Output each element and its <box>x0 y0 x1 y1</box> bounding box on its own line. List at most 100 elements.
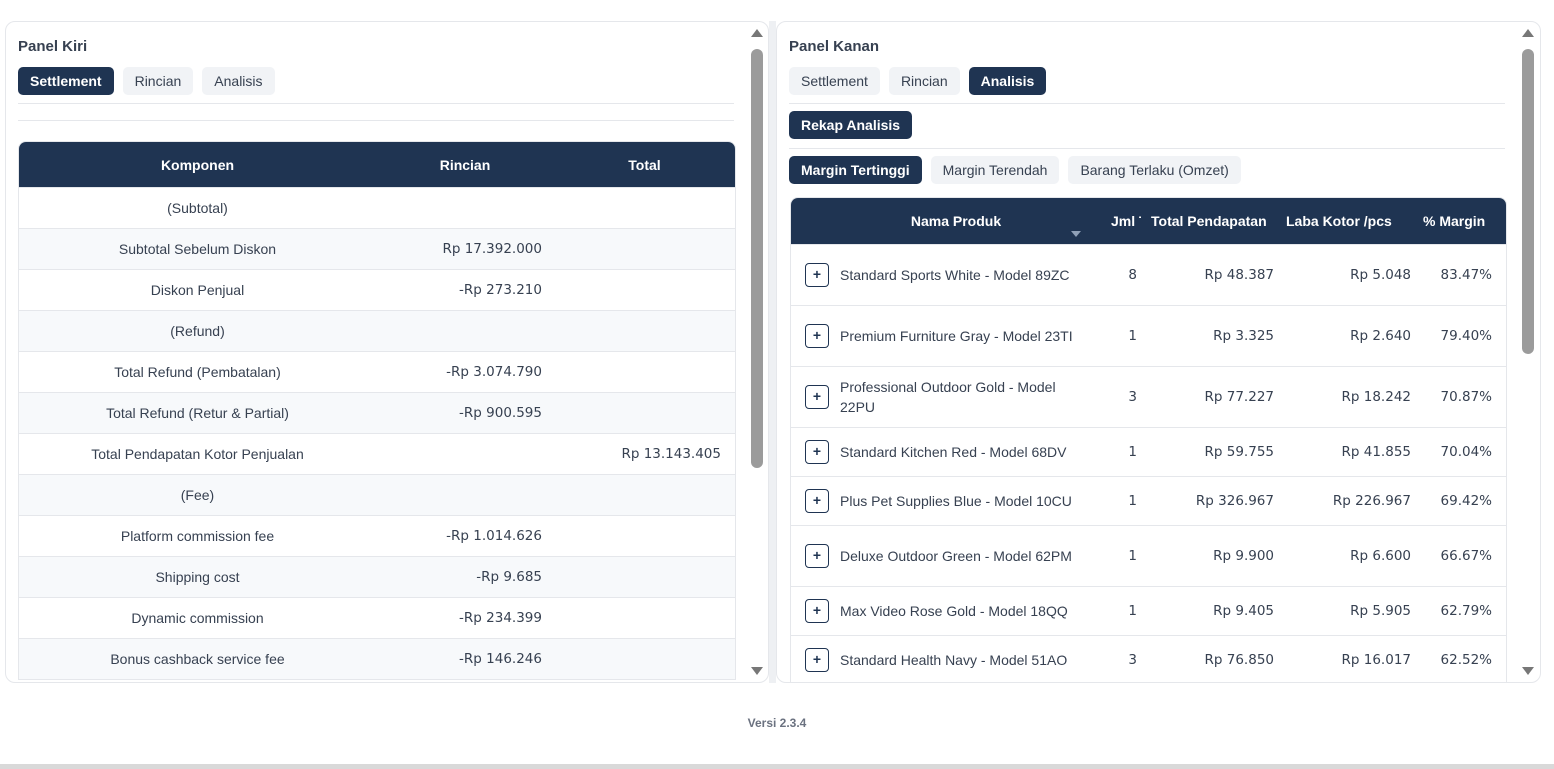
version-label: Versi 2.3.4 <box>747 716 807 730</box>
table-row: Platform commission fee -Rp 1.014.626 <box>19 515 735 556</box>
cell-product: + Standard Health Navy - Model 51AO <box>791 648 1091 672</box>
cell-komponen: Total Pendapatan Kotor Penjualan <box>91 446 304 462</box>
cell-komponen: Total Refund (Retur & Partial) <box>106 405 289 421</box>
cell-margin: 66.67% <box>1440 548 1492 564</box>
cell-product: + Max Video Rose Gold - Model 18QQ <box>791 599 1091 623</box>
right-tabs: Settlement Rincian Analisis <box>789 67 1047 95</box>
cell-margin: 62.52% <box>1440 652 1492 668</box>
left-scrollbar[interactable] <box>749 22 765 682</box>
cell-revenue: Rp 9.900 <box>1213 548 1274 564</box>
scroll-down-arrow-icon[interactable] <box>1522 667 1534 675</box>
tab-rincian[interactable]: Rincian <box>122 67 194 95</box>
tab-analisis[interactable]: Analisis <box>968 67 1047 95</box>
right-panel: Panel Kanan Settlement Rincian Analisis … <box>776 21 1541 683</box>
tab-settlement[interactable]: Settlement <box>789 67 880 95</box>
tab-analisis[interactable]: Analisis <box>202 67 275 95</box>
cell-komponen: (Refund) <box>170 323 225 339</box>
expand-plus-icon[interactable]: + <box>805 324 829 348</box>
header-total[interactable]: Total <box>554 157 735 173</box>
table-body: (Subtotal) Subtotal Sebelum Diskon Rp 17… <box>19 187 735 679</box>
header-laba-kotor[interactable]: Laba Kotor /pcs <box>1276 213 1411 229</box>
scroll-up-arrow-icon[interactable] <box>1522 29 1534 37</box>
cell-rincian: -Rp 9.685 <box>476 569 542 585</box>
table-row: Total Refund (Retur & Partial) -Rp 900.5… <box>19 392 735 433</box>
divider <box>18 103 734 104</box>
header-margin[interactable]: % Margin <box>1411 213 1506 229</box>
scroll-up-arrow-icon[interactable] <box>751 29 763 37</box>
cell-rincian: -Rp 1.014.626 <box>446 528 542 544</box>
scroll-thumb[interactable] <box>1522 49 1534 354</box>
cell-qty: 1 <box>1128 444 1137 460</box>
header-rincian[interactable]: Rincian <box>376 157 554 173</box>
table-row: (Refund) <box>19 310 735 351</box>
cell-rincian: -Rp 273.210 <box>459 282 542 298</box>
table-row: + Professional Outdoor Gold - Model 22PU… <box>791 366 1506 427</box>
product-name: Max Video Rose Gold - Model 18QQ <box>840 603 1068 619</box>
panel-splitter[interactable] <box>769 21 776 683</box>
cell-profit: Rp 5.905 <box>1350 603 1411 619</box>
sort-down-icon[interactable] <box>1071 231 1081 237</box>
tab-settlement[interactable]: Settlement <box>18 67 114 95</box>
rekap-analisis-button[interactable]: Rekap Analisis <box>789 111 913 139</box>
cell-rincian: -Rp 146.246 <box>459 651 542 667</box>
product-name: Premium Furniture Gray - Model 23TI <box>840 328 1073 344</box>
expand-plus-icon[interactable]: + <box>805 544 829 568</box>
expand-plus-icon[interactable]: + <box>805 489 829 513</box>
cell-komponen: Diskon Penjual <box>150 282 245 298</box>
table-row: + Deluxe Outdoor Green - Model 62PM 1 Rp… <box>791 525 1506 586</box>
header-jml-terjual[interactable]: Jml Te <box>1091 213 1141 229</box>
cell-qty: 8 <box>1128 267 1137 283</box>
subtab-barang-terlaku[interactable]: Barang Terlaku (Omzet) <box>1068 156 1241 184</box>
expand-plus-icon[interactable]: + <box>805 385 829 409</box>
left-panel: Panel Kiri Settlement Rincian Analisis K… <box>5 21 769 683</box>
cell-product: + Professional Outdoor Gold - Model 22PU <box>791 377 1091 417</box>
table-row: + Standard Kitchen Red - Model 68DV 1 Rp… <box>791 427 1506 476</box>
scroll-thumb[interactable] <box>751 49 763 468</box>
table-row: + Premium Furniture Gray - Model 23TI 1 … <box>791 305 1506 366</box>
cell-komponen: Platform commission fee <box>120 528 275 544</box>
subtab-margin-tertinggi[interactable]: Margin Tertinggi <box>789 156 922 184</box>
cell-profit: Rp 18.242 <box>1341 389 1411 405</box>
bottom-bar <box>0 764 1554 769</box>
cell-product: + Plus Pet Supplies Blue - Model 10CU <box>791 489 1091 513</box>
expand-plus-icon[interactable]: + <box>805 440 829 464</box>
cell-revenue: Rp 76.850 <box>1204 652 1274 668</box>
divider <box>789 148 1505 149</box>
product-name: Standard Health Navy - Model 51AO <box>840 652 1068 668</box>
cell-margin: 62.79% <box>1440 603 1492 619</box>
analysis-table: Nama Produk Jml Te Total Pendapatan Laba… <box>790 197 1507 682</box>
analysis-subtabs: Margin Tertinggi Margin Terendah Barang … <box>789 156 1241 184</box>
settlement-table: Komponen Rincian Total (Subtotal) Subtot… <box>18 141 736 680</box>
table-row: Subtotal Sebelum Diskon Rp 17.392.000 <box>19 228 735 269</box>
cell-product: + Deluxe Outdoor Green - Model 62PM <box>791 544 1091 568</box>
cell-qty: 3 <box>1128 389 1137 405</box>
right-scrollbar[interactable] <box>1520 22 1536 682</box>
header-komponen[interactable]: Komponen <box>19 157 376 173</box>
header-nama-produk[interactable]: Nama Produk <box>791 213 1091 237</box>
table-row: + Plus Pet Supplies Blue - Model 10CU 1 … <box>791 476 1506 525</box>
cell-margin: 79.40% <box>1440 328 1492 344</box>
cell-profit: Rp 5.048 <box>1350 267 1411 283</box>
subtab-margin-terendah[interactable]: Margin Terendah <box>930 156 1060 184</box>
table-row: + Standard Sports White - Model 89ZC 8 R… <box>791 244 1506 305</box>
cell-rincian: -Rp 234.399 <box>459 610 542 626</box>
scroll-down-arrow-icon[interactable] <box>751 667 763 675</box>
cell-product: + Standard Kitchen Red - Model 68DV <box>791 440 1091 464</box>
header-total-pendapatan[interactable]: Total Pendapatan <box>1141 213 1276 229</box>
cell-revenue: Rp 9.405 <box>1213 603 1274 619</box>
cell-revenue: Rp 77.227 <box>1204 389 1274 405</box>
table-row: Shipping cost -Rp 9.685 <box>19 556 735 597</box>
expand-plus-icon[interactable]: + <box>805 599 829 623</box>
table-header: Nama Produk Jml Te Total Pendapatan Laba… <box>791 198 1506 244</box>
table-row: (Fee) <box>19 474 735 515</box>
product-name: Professional Outdoor Gold - Model 22PU <box>840 379 1056 415</box>
header-label: Nama Produk <box>910 213 1002 229</box>
tab-rincian[interactable]: Rincian <box>888 67 960 95</box>
expand-plus-icon[interactable]: + <box>805 648 829 672</box>
cell-total: Rp 13.143.405 <box>621 446 721 462</box>
table-row: (Subtotal) <box>19 187 735 228</box>
cell-komponen: Bonus cashback service fee <box>110 651 285 667</box>
expand-plus-icon[interactable]: + <box>805 263 829 287</box>
table-row: Total Pendapatan Kotor Penjualan Rp 13.1… <box>19 433 735 474</box>
cell-revenue: Rp 3.325 <box>1213 328 1274 344</box>
